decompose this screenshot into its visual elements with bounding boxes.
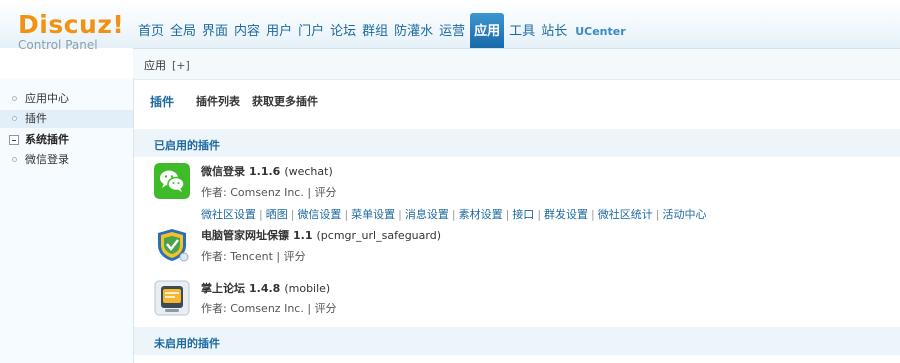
plugin-title: 电脑管家网址保镖 1.1 (pcmgr_url_safeguard)	[201, 227, 441, 243]
plugin-tabs: 插件 插件列表 获取更多插件	[150, 93, 330, 110]
tab-plugins[interactable]: 插件	[150, 93, 174, 110]
tab-plugin-list[interactable]: 插件列表	[196, 93, 240, 110]
plugin-version: 1.4.8	[249, 282, 281, 295]
bullet-icon	[12, 96, 17, 101]
link-activity-center[interactable]: 活动中心	[662, 208, 706, 221]
sidebar-item-label: 插件	[25, 112, 47, 125]
plugin-author: 作者: Tencent	[201, 250, 273, 263]
plugin-row: 掌上论坛 1.4.8 (mobile) 作者: Comsenz Inc. | 评分	[154, 280, 894, 320]
breadcrumb: 应用 [+]	[144, 57, 190, 73]
bullet-icon	[12, 157, 17, 162]
link-wechat-settings[interactable]: 微信设置	[297, 208, 341, 221]
main-content: 插件 插件列表 获取更多插件 已启用的插件 微信登录 1.1.6 (wechat) …	[134, 79, 900, 363]
logo[interactable]: Discuz! Control Panel	[18, 10, 125, 53]
nav-operations[interactable]: 运营	[436, 13, 468, 48]
plugin-title: 微信登录 1.1.6 (wechat)	[201, 163, 333, 179]
nav-interface[interactable]: 界面	[199, 13, 231, 48]
nav-users[interactable]: 用户	[263, 13, 295, 48]
shield-icon	[158, 229, 189, 262]
plugin-version: 1.1.6	[249, 165, 281, 178]
meta-separator: |	[276, 250, 281, 263]
add-shortcut-button[interactable]: [+]	[172, 59, 190, 72]
plugin-settings-links: 微社区设置 | 晒图 | 微信设置 | 菜单设置 | 消息设置 | 素材设置 | 接口 | 群发设置 | 微社区…	[201, 208, 707, 221]
sidebar-item-label: 应用中心	[25, 92, 69, 105]
nav-webmaster[interactable]: 站长	[538, 13, 570, 48]
bullet-icon	[12, 116, 17, 121]
logo-title: Discuz!	[18, 10, 125, 39]
link-message-settings[interactable]: 消息设置	[405, 208, 449, 221]
rate-link[interactable]: 评分	[315, 302, 337, 315]
link-material-settings[interactable]: 素材设置	[459, 208, 503, 221]
link-interface[interactable]: 接口	[512, 208, 534, 221]
nav-apps[interactable]: 应用	[470, 13, 505, 48]
collapse-icon[interactable]	[9, 135, 19, 145]
nav-portal[interactable]: 门户	[295, 13, 327, 48]
top-nav: 首页 全局 界面 内容 用户 门户 论坛 群组 防灌水 运营 应用 工具 站长 …	[135, 13, 629, 48]
disabled-plugins-header: 未启用的插件	[134, 327, 900, 355]
plugin-name: 电脑管家网址保镖	[201, 229, 289, 242]
link-micro-community-settings[interactable]: 微社区设置	[201, 208, 256, 221]
nav-content[interactable]: 内容	[231, 13, 263, 48]
plugin-name: 掌上论坛	[201, 282, 245, 295]
plugin-meta: 作者: Tencent | 评分	[201, 248, 306, 264]
link-menu-settings[interactable]: 菜单设置	[351, 208, 395, 221]
wechat-icon	[154, 163, 190, 199]
tab-get-more-plugins[interactable]: 获取更多插件	[252, 93, 318, 110]
plugin-title: 掌上论坛 1.4.8 (mobile)	[201, 280, 330, 296]
meta-separator: |	[307, 186, 312, 199]
mobile-forum-icon	[154, 280, 190, 316]
meta-separator: |	[307, 302, 312, 315]
sidebar-item-plugins[interactable]: 插件	[0, 110, 133, 128]
rate-link[interactable]: 评分	[315, 186, 337, 199]
breadcrumb-bar: 应用 [+]	[133, 48, 900, 80]
plugin-id: (wechat)	[284, 165, 333, 178]
nav-home[interactable]: 首页	[135, 13, 167, 48]
plugin-version: 1.1	[293, 229, 313, 242]
sidebar-group-label: 系统插件	[25, 133, 69, 146]
plugin-author: 作者: Comsenz Inc.	[201, 186, 304, 199]
section-title: 未启用的插件	[154, 337, 220, 350]
header: Discuz! Control Panel 首页 全局 界面 内容 用户 门户 …	[0, 0, 900, 52]
sidebar: 应用中心 插件 系统插件 微信登录	[0, 78, 134, 363]
nav-global[interactable]: 全局	[167, 13, 199, 48]
plugin-row: 电脑管家网址保镖 1.1 (pcmgr_url_safeguard) 作者: Ten…	[154, 227, 894, 267]
sidebar-item-app-center[interactable]: 应用中心	[0, 90, 133, 108]
plugin-meta: 作者: Comsenz Inc. | 评分	[201, 300, 337, 316]
plugin-name: 微信登录	[201, 165, 245, 178]
enabled-plugins-header: 已启用的插件	[134, 129, 900, 157]
plugin-id: (pcmgr_url_safeguard)	[316, 229, 442, 242]
nav-ucenter[interactable]: UCenter	[572, 13, 628, 48]
sidebar-item-label: 微信登录	[25, 153, 69, 166]
rate-link[interactable]: 评分	[284, 250, 306, 263]
nav-forum[interactable]: 论坛	[327, 13, 359, 48]
plugin-author: 作者: Comsenz Inc.	[201, 302, 304, 315]
plugin-row: 微信登录 1.1.6 (wechat) 作者: Comsenz Inc. | 评分 …	[154, 163, 894, 223]
nav-groups[interactable]: 群组	[359, 13, 391, 48]
logo-subtitle: Control Panel	[18, 38, 98, 52]
breadcrumb-label: 应用	[144, 59, 166, 72]
plugin-meta: 作者: Comsenz Inc. | 评分	[201, 184, 337, 200]
link-photo-show[interactable]: 晒图	[266, 208, 288, 221]
nav-tools[interactable]: 工具	[506, 13, 538, 48]
link-broadcast-settings[interactable]: 群发设置	[544, 208, 588, 221]
nav-antispam[interactable]: 防灌水	[391, 13, 436, 48]
link-micro-community-stats[interactable]: 微社区统计	[598, 208, 653, 221]
sidebar-group-system-plugins[interactable]: 系统插件	[0, 131, 133, 149]
section-title: 已启用的插件	[154, 139, 220, 152]
sidebar-item-wechat-login[interactable]: 微信登录	[0, 151, 133, 169]
plugin-id: (mobile)	[284, 282, 331, 295]
